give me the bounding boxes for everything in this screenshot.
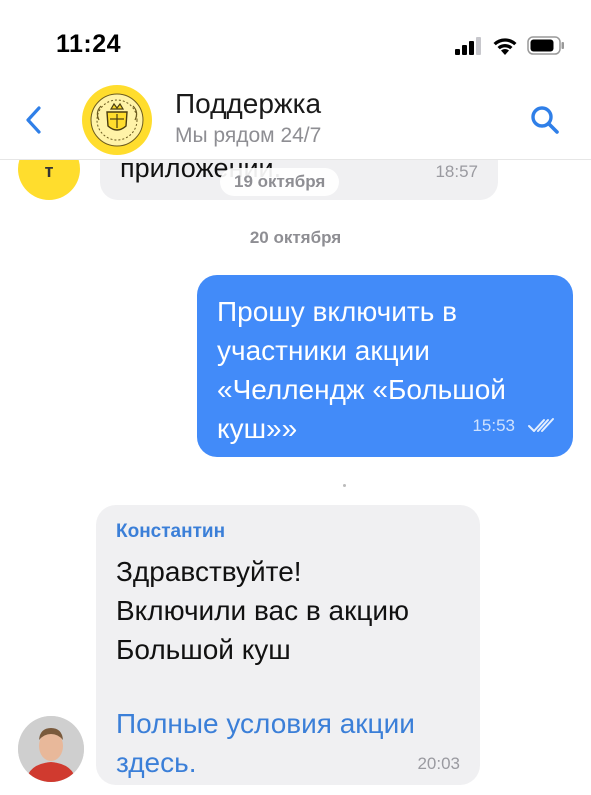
battery-icon <box>527 36 564 55</box>
signal-icon <box>455 36 481 55</box>
incoming-message-text: Здравствуйте! Включили вас в акцию Больш… <box>116 552 466 669</box>
outgoing-message-bubble[interactable]: Прошу включить в участники акции «Челлен… <box>197 275 573 457</box>
double-check-icon <box>528 418 554 432</box>
message-list[interactable]: т приложении. 18:57 19 октября 20 октябр… <box>0 160 591 795</box>
chat-header: Поддержка Мы рядом 24/7 <box>0 82 591 160</box>
incoming-sender-name: Константин <box>116 521 226 542</box>
status-bar: 11:24 <box>0 0 591 90</box>
previous-message-time: 18:57 <box>435 162 478 181</box>
chevron-left-icon <box>26 106 41 134</box>
scroll-divider <box>343 484 346 487</box>
agent-photo-icon <box>18 716 84 782</box>
bank-logo-avatar[interactable] <box>82 85 152 155</box>
floating-date-pill: 19 октября <box>220 168 340 196</box>
status-time: 11:24 <box>56 30 122 58</box>
incoming-text-line: Большой куш <box>116 634 291 665</box>
support-avatar: т <box>18 160 80 200</box>
status-icons <box>455 36 565 55</box>
agent-avatar[interactable] <box>18 716 84 782</box>
incoming-message-time: 20:03 <box>417 754 460 773</box>
incoming-message-bubble[interactable]: Константин Здравствуйте! Включили вас в … <box>96 505 480 785</box>
chat-subtitle: Мы рядом 24/7 <box>175 124 322 147</box>
chat-title: Поддержка <box>175 88 322 119</box>
incoming-text-line: Включили вас в акцию <box>116 595 410 626</box>
search-button[interactable] <box>529 104 561 136</box>
wifi-icon <box>493 38 517 55</box>
bank-mini-logo-icon: т <box>44 160 54 181</box>
back-button[interactable] <box>18 100 48 140</box>
bank-crest-icon <box>90 93 144 147</box>
conditions-link[interactable]: Полные условия акции здесь. <box>116 704 466 782</box>
outgoing-message-time: 15:53 <box>472 416 515 435</box>
date-separator: 20 октября <box>249 228 342 247</box>
search-icon <box>531 106 559 134</box>
incoming-text-line: Здравствуйте! <box>116 556 302 587</box>
